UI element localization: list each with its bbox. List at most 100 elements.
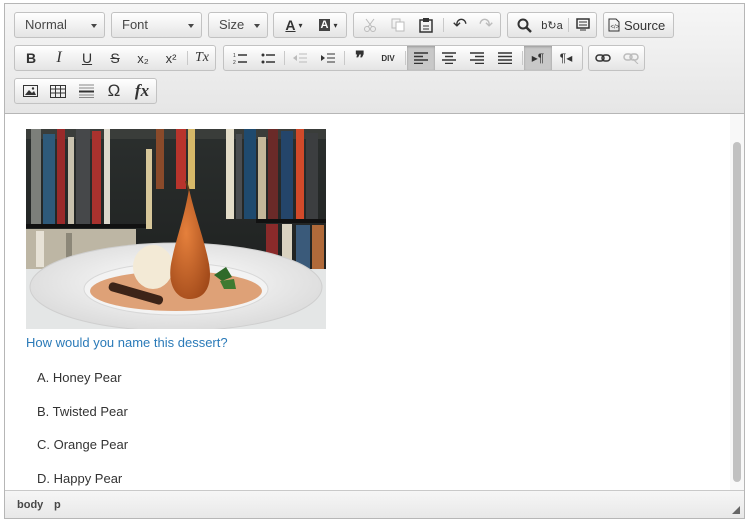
editor-content[interactable]: How would you name this dessert? A. Hone… <box>5 114 744 490</box>
bold-button[interactable]: B <box>17 46 45 70</box>
element-path-bar: body p <box>5 490 744 518</box>
rtl-button[interactable]: ¶◂ <box>552 46 580 70</box>
text-color-button[interactable]: A ▾ <box>277 13 311 37</box>
copy-icon <box>391 18 405 32</box>
editor-toolbar: Normal Font Size A ▾ A ▾ ↶ ↷ b↻a </> Sou… <box>5 4 744 114</box>
underline-button[interactable]: U <box>73 46 101 70</box>
toolbar-separator <box>344 51 345 65</box>
breadcrumb-p[interactable]: p <box>54 499 61 511</box>
redo-button[interactable]: ↷ <box>472 13 500 37</box>
toolbar-separator <box>443 18 444 32</box>
indent-button[interactable] <box>314 46 342 70</box>
bold-icon: B <box>25 50 37 66</box>
unlink-icon <box>623 53 639 64</box>
cut-icon <box>364 18 376 32</box>
paste-icon <box>419 17 433 33</box>
justify-button[interactable] <box>491 46 519 70</box>
numbered-list-button[interactable]: 12 <box>226 46 254 70</box>
unlink-button[interactable] <box>617 46 645 70</box>
breadcrumb-body[interactable]: body <box>17 499 43 511</box>
toolbar-separator <box>405 51 406 65</box>
paragraph-group: 12 ❞ DIV ▸¶ ¶◂ <box>223 45 583 71</box>
remove-format-button[interactable]: Tx <box>188 46 216 70</box>
formula-button[interactable]: fx <box>128 79 156 103</box>
bg-color-icon: A <box>318 19 331 31</box>
chevron-down-icon <box>188 24 194 28</box>
numbered-list-icon: 12 <box>233 53 247 65</box>
toolbar-separator <box>522 51 523 65</box>
answer-option-b: B. Twisted Pear <box>37 404 128 419</box>
size-combo[interactable]: Size <box>208 12 268 38</box>
bg-color-button[interactable]: A ▾ <box>311 13 345 37</box>
links-group <box>588 45 645 71</box>
horizontal-rule-icon <box>78 84 94 98</box>
horizontal-rule-button[interactable] <box>72 79 100 103</box>
align-left-button[interactable] <box>407 46 435 70</box>
cut-button[interactable] <box>356 13 384 37</box>
div-icon: DIV <box>381 53 395 63</box>
strike-icon: S <box>110 50 120 66</box>
align-left-icon <box>414 52 428 64</box>
formula-icon: fx <box>134 81 150 100</box>
svg-text:2: 2 <box>233 60 236 65</box>
underline-icon: U <box>81 50 93 66</box>
link-button[interactable] <box>589 46 617 70</box>
rtl-icon: ¶◂ <box>559 51 573 65</box>
div-button[interactable]: DIV <box>374 46 402 70</box>
align-right-icon <box>470 52 484 64</box>
dessert-image <box>26 129 326 329</box>
align-center-button[interactable] <box>435 46 463 70</box>
bulleted-list-icon <box>261 53 275 63</box>
table-button[interactable] <box>44 79 72 103</box>
blockquote-icon: ❞ <box>355 47 365 68</box>
rich-text-editor: Normal Font Size A ▾ A ▾ ↶ ↷ b↻a </> Sou… <box>4 3 745 519</box>
copy-button[interactable] <box>384 13 412 37</box>
find-icon <box>517 18 532 33</box>
link-icon <box>595 54 611 62</box>
subscript-button[interactable]: x₂ <box>129 46 157 70</box>
clipboard-group: ↶ ↷ <box>353 12 501 38</box>
format-combo[interactable]: Normal <box>14 12 105 38</box>
scrollbar-thumb[interactable] <box>733 142 741 482</box>
italic-icon: I <box>56 49 62 66</box>
subscript-icon: x₂ <box>137 50 149 66</box>
align-right-button[interactable] <box>463 46 491 70</box>
superscript-button[interactable]: x² <box>157 46 185 70</box>
select-all-icon <box>576 18 590 31</box>
paste-button[interactable] <box>412 13 440 37</box>
answer-option-d: D. Happy Pear <box>37 471 123 486</box>
document-group: </> Source <box>603 12 674 38</box>
replace-button[interactable]: b↻a <box>538 13 566 37</box>
source-label: Source <box>624 17 666 33</box>
justify-icon <box>498 52 512 64</box>
bulleted-list-button[interactable] <box>254 46 282 70</box>
indent-icon <box>321 53 335 62</box>
svg-text:1: 1 <box>233 53 236 59</box>
find-button[interactable] <box>510 13 538 37</box>
font-combo[interactable]: Font <box>111 12 202 38</box>
answer-option-a: A. Honey Pear <box>37 370 122 385</box>
blockquote-button[interactable]: ❞ <box>346 46 374 70</box>
resize-handle-icon[interactable] <box>732 506 740 514</box>
italic-button[interactable]: I <box>45 46 73 70</box>
ltr-button[interactable]: ▸¶ <box>524 46 552 70</box>
svg-text:</>: </> <box>611 25 620 31</box>
special-char-button[interactable]: Ω <box>100 79 128 103</box>
chevron-down-icon <box>254 24 260 28</box>
special-char-icon: Ω <box>107 81 121 100</box>
outdent-icon <box>293 53 307 62</box>
source-button[interactable]: </> Source <box>608 13 672 37</box>
vertical-scrollbar[interactable] <box>730 114 744 490</box>
strike-button[interactable]: S <box>101 46 129 70</box>
table-icon <box>50 84 66 98</box>
align-center-icon <box>442 52 456 64</box>
color-group: A ▾ A ▾ <box>273 12 347 38</box>
outdent-button[interactable] <box>286 46 314 70</box>
source-icon: </> <box>608 18 620 32</box>
select-all-button[interactable] <box>569 13 597 37</box>
undo-button[interactable]: ↶ <box>446 13 474 37</box>
redo-icon: ↷ <box>478 15 494 34</box>
remove-format-icon: Tx <box>195 50 209 65</box>
answer-option-c: C. Orange Pear <box>37 437 129 452</box>
image-button[interactable] <box>16 79 44 103</box>
